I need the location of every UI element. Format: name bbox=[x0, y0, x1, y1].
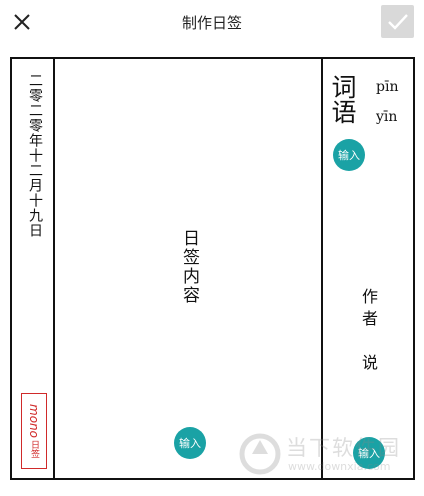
author-text[interactable]: 作 者 说 bbox=[359, 286, 381, 374]
author-char: 者 bbox=[361, 309, 378, 328]
author-char bbox=[359, 330, 381, 352]
daily-card: 二零二零年十二月十九日 mono 日签 日签内容 输入 词语 pīn yīn 输… bbox=[10, 57, 415, 480]
stamp-sub: 日签 bbox=[29, 439, 39, 458]
page-title: 制作日签 bbox=[181, 14, 242, 32]
author-char: 说 bbox=[361, 353, 378, 372]
stamp-word: mono bbox=[27, 404, 41, 438]
content-placeholder[interactable]: 日签内容 bbox=[177, 229, 202, 305]
word-input-button[interactable]: 输入 bbox=[333, 139, 365, 171]
confirm-button[interactable] bbox=[381, 5, 414, 38]
mono-stamp: mono 日签 bbox=[21, 393, 47, 469]
left-divider bbox=[53, 59, 55, 478]
pinyin-line-2: yīn bbox=[376, 109, 398, 125]
author-char: 作 bbox=[361, 287, 378, 306]
pinyin-line-1: pīn bbox=[376, 79, 399, 95]
check-icon bbox=[387, 13, 408, 30]
date-text: 二零二零年十二月十九日 bbox=[27, 73, 43, 238]
word-text[interactable]: 词语 bbox=[328, 74, 357, 124]
author-input-button[interactable]: 输入 bbox=[353, 437, 385, 469]
top-bar: 制作日签 bbox=[0, 0, 424, 44]
content-input-button[interactable]: 输入 bbox=[174, 427, 206, 459]
right-divider bbox=[321, 59, 323, 478]
